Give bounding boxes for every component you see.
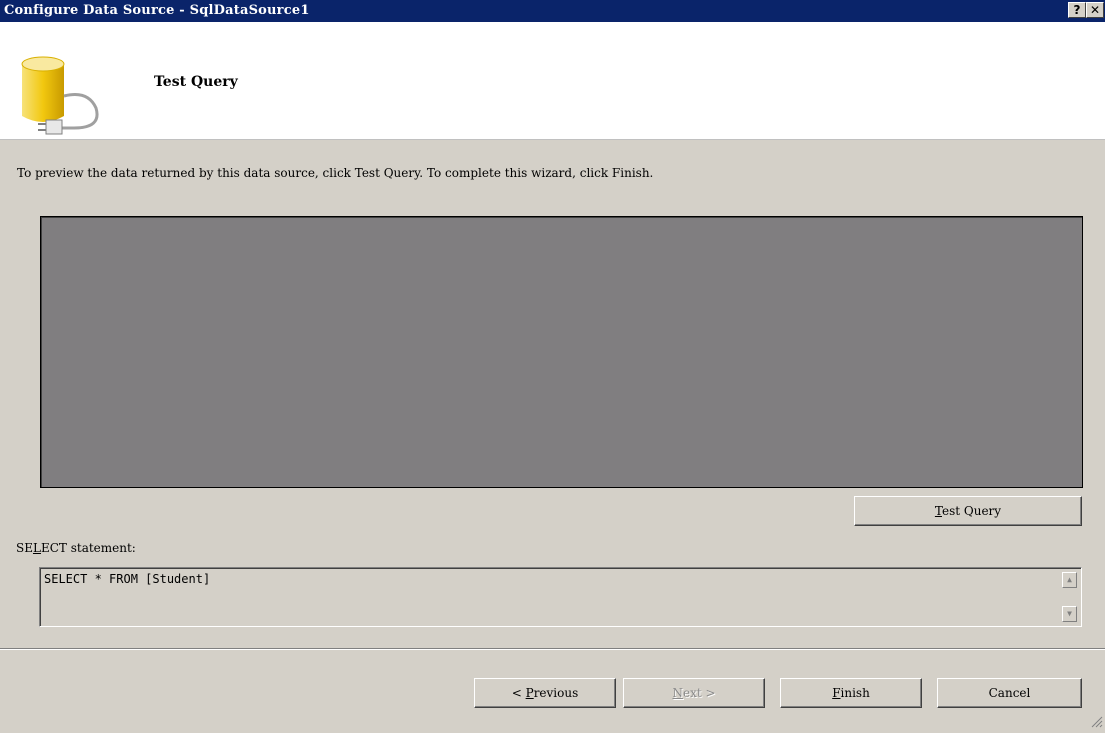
select-label-mnemonic: L <box>32 541 41 555</box>
wizard-header: Test Query <box>0 22 1105 140</box>
test-query-label-post: est Query <box>941 504 1002 518</box>
resize-grip-icon[interactable] <box>1091 716 1103 731</box>
next-mnemonic: N <box>672 686 683 700</box>
footer-divider <box>0 648 1105 650</box>
finish-label-post: inish <box>840 686 870 700</box>
next-button[interactable]: Next > <box>623 678 765 708</box>
test-query-mnemonic: T <box>934 504 942 518</box>
test-query-button[interactable]: Test Query <box>854 496 1082 526</box>
finish-button[interactable]: Finish <box>780 678 922 708</box>
title-bar: Configure Data Source - SqlDataSource1 ?… <box>0 0 1105 22</box>
previous-mnemonic: P <box>525 686 534 700</box>
scroll-up-icon[interactable]: ▲ <box>1062 572 1077 588</box>
select-label-pre: SE <box>16 541 33 555</box>
page-heading: Test Query <box>154 74 238 90</box>
scroll-down-icon[interactable]: ▼ <box>1062 606 1077 622</box>
previous-button[interactable]: < Previous <box>474 678 616 708</box>
previous-label-pre: < <box>511 686 526 700</box>
select-statement-textbox[interactable]: SELECT * FROM [Student] ▲ ▼ <box>39 567 1082 627</box>
finish-mnemonic: F <box>832 686 841 700</box>
window-title: Configure Data Source - SqlDataSource1 <box>4 3 310 18</box>
select-statement-label: SELECT statement: <box>16 541 136 555</box>
close-button[interactable]: ✕ <box>1086 2 1104 18</box>
select-statement-text: SELECT * FROM [Student] <box>44 572 211 586</box>
next-label-post: ext > <box>682 686 716 700</box>
select-label-post: ECT statement: <box>40 541 136 555</box>
previous-label-post: revious <box>533 686 579 700</box>
database-plug-icon <box>16 56 116 139</box>
query-results-grid[interactable] <box>40 216 1083 488</box>
cancel-button[interactable]: Cancel <box>937 678 1082 708</box>
instruction-text: To preview the data returned by this dat… <box>17 166 654 180</box>
help-button[interactable]: ? <box>1068 2 1086 18</box>
